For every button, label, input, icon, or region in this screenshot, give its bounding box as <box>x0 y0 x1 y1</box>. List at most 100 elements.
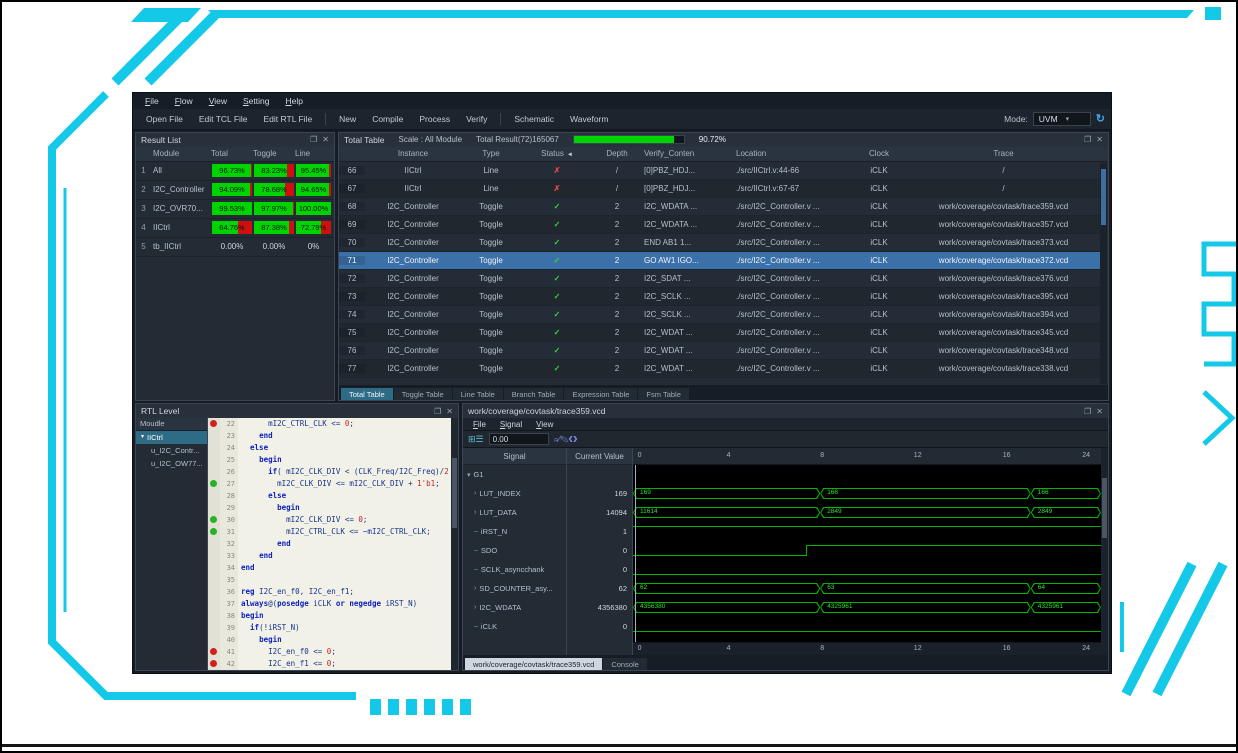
breakpoint-gutter[interactable] <box>208 430 220 442</box>
tile-icon[interactable]: ⊞ <box>468 434 476 444</box>
table-row[interactable]: 72I2C_ControllerToggle✓2I2C_SDAT ..../sr… <box>339 270 1100 288</box>
wave-menu-signal[interactable]: Signal <box>494 420 528 429</box>
tool-process[interactable]: Process <box>412 112 457 126</box>
breakpoint-gutter[interactable] <box>208 634 220 646</box>
breakpoint-gutter[interactable] <box>208 514 220 526</box>
tool-verify[interactable]: Verify <box>459 112 494 126</box>
result-row[interactable]: 4IICtrl64.76%87.38%72.79% <box>136 219 334 238</box>
chevron-right-icon[interactable]: › <box>474 585 476 592</box>
table-row[interactable]: 67IICtrlLine✗/[0]PBZ_HDJ..../src/IICtrl.… <box>339 180 1100 198</box>
list-icon[interactable]: ☰ <box>476 434 484 444</box>
table-row[interactable]: 75I2C_ControllerToggle✓2I2C_WDAT ..../sr… <box>339 324 1100 342</box>
tool-waveform[interactable]: Waveform <box>563 112 615 126</box>
tab-total-table[interactable]: Total Table <box>341 388 393 400</box>
breakpoint-gutter[interactable] <box>208 622 220 634</box>
tab-toggle-table[interactable]: Toggle Table <box>394 388 452 400</box>
time-input[interactable] <box>489 433 549 445</box>
signal-name[interactable]: ‒SDO <box>463 541 566 560</box>
signal-name[interactable]: ›I2C_WDATA <box>463 598 566 617</box>
scrollbar-thumb[interactable] <box>1102 478 1107 538</box>
table-row[interactable]: 76I2C_ControllerToggle✓2I2C_WDAT ..../sr… <box>339 342 1100 360</box>
tab-expression-table[interactable]: Expression Table <box>564 388 637 400</box>
breakpoint-gutter[interactable] <box>208 586 220 598</box>
close-icon[interactable]: ✕ <box>1096 135 1103 144</box>
tree-item-iictrl[interactable]: ▾IICtrl <box>136 431 207 444</box>
tool-edit-rtl-file[interactable]: Edit RTL File <box>257 112 320 126</box>
scrollbar-thumb[interactable] <box>452 458 457 528</box>
waveform-canvas[interactable]: 048121624 169166166116142849284962636443… <box>633 448 1101 655</box>
table-row[interactable]: 69I2C_ControllerToggle✓2I2C_WDATA ..../s… <box>339 216 1100 234</box>
tree-item-u-i2c-contr[interactable]: u_I2C_Contr... <box>136 444 207 457</box>
breakpoint-gutter[interactable] <box>208 466 220 478</box>
signal-name[interactable]: ‒iRST_N <box>463 522 566 541</box>
mode-select[interactable]: UVM ▾ <box>1033 112 1091 126</box>
chevron-down-icon[interactable]: ▾ <box>467 471 471 479</box>
float-icon[interactable]: ❐ <box>434 407 441 416</box>
breakpoint-gutter[interactable] <box>208 442 220 454</box>
tool-edit-tcl-file[interactable]: Edit TCL File <box>192 112 255 126</box>
close-icon[interactable]: ✕ <box>322 135 329 144</box>
tab-console[interactable]: Console <box>603 658 647 670</box>
tool-open-file[interactable]: Open File <box>139 112 190 126</box>
breakpoint-gutter[interactable] <box>208 658 220 670</box>
breakpoint-gutter[interactable] <box>208 574 220 586</box>
breakpoint-gutter[interactable] <box>208 502 220 514</box>
table-row[interactable]: 77I2C_ControllerToggle✓2I2C_WDAT ..../sr… <box>339 360 1100 378</box>
breakpoint-gutter[interactable] <box>208 478 220 490</box>
menu-view[interactable]: View <box>201 95 235 107</box>
table-row[interactable]: 73I2C_ControllerToggle✓2I2C_SCLK ..../sr… <box>339 288 1100 306</box>
tree-item-u-i2c-ow77[interactable]: u_I2C_OW77... <box>136 457 207 470</box>
breakpoint-gutter[interactable] <box>208 550 220 562</box>
table-scrollbar[interactable] <box>1100 163 1107 384</box>
chevron-down-icon[interactable]: ▾ <box>141 433 144 442</box>
signal-name[interactable]: ›SD_COUNTER_asy... <box>463 579 566 598</box>
breakpoint-gutter[interactable] <box>208 454 220 466</box>
breakpoint-gutter[interactable] <box>208 610 220 622</box>
result-row[interactable]: 5tb_IICtrl0.00%0.00%0% <box>136 238 334 257</box>
tab-line-table[interactable]: Line Table <box>453 388 503 400</box>
result-row[interactable]: 3I2C_OVR70...99.53%97.97%100.00% <box>136 200 334 219</box>
signal-name[interactable]: ›LUT_DATA <box>463 503 566 522</box>
scrollbar-thumb[interactable] <box>1101 169 1106 225</box>
signal-name[interactable]: ‒iCLK <box>463 617 566 636</box>
table-row[interactable]: 70I2C_ControllerToggle✓2END AB1 1..../sr… <box>339 234 1100 252</box>
breakpoint-gutter[interactable] <box>208 598 220 610</box>
breakpoint-gutter[interactable] <box>208 526 220 538</box>
chevron-right-icon[interactable]: › <box>474 490 476 497</box>
table-row[interactable]: 74I2C_ControllerToggle✓2I2C_SCLK ..../sr… <box>339 306 1100 324</box>
tool-new[interactable]: New <box>332 112 363 126</box>
signal-name[interactable]: ‒SCLK_asyncchank <box>463 560 566 579</box>
menu-flow[interactable]: Flow <box>167 95 201 107</box>
chevron-right-icon[interactable]: › <box>474 604 476 611</box>
float-icon[interactable]: ❐ <box>1084 407 1091 416</box>
menu-file[interactable]: File <box>137 95 167 107</box>
table-row[interactable]: 68I2C_ControllerToggle✓2I2C_WDATA ..../s… <box>339 198 1100 216</box>
result-row[interactable]: 2I2C_Controller94.09%78.68%94.65% <box>136 181 334 200</box>
tab-branch-table[interactable]: Branch Table <box>504 388 564 400</box>
chevron-right-icon[interactable]: › <box>474 509 476 516</box>
refresh-icon[interactable]: ↻ <box>1096 112 1105 125</box>
tool-schematic[interactable]: Schematic <box>507 112 561 126</box>
float-icon[interactable]: ❐ <box>310 135 317 144</box>
signal-name[interactable]: ›LUT_INDEX <box>463 484 566 503</box>
breakpoint-gutter[interactable] <box>208 490 220 502</box>
next-arrow-icon[interactable]: ❯ <box>573 434 578 444</box>
menu-setting[interactable]: Setting <box>235 95 277 107</box>
menu-help[interactable]: Help <box>277 95 310 107</box>
breakpoint-gutter[interactable] <box>208 646 220 658</box>
waveform-scrollbar[interactable] <box>1101 448 1108 655</box>
close-icon[interactable]: ✕ <box>1096 407 1103 416</box>
code-editor[interactable]: 22 mI2C_CTRL_CLK <= 0;23 end24 else25 be… <box>208 418 451 670</box>
float-icon[interactable]: ❐ <box>1084 135 1091 144</box>
breakpoint-gutter[interactable] <box>208 562 220 574</box>
signal-name[interactable]: ▾G1 <box>463 465 566 484</box>
wave-menu-view[interactable]: View <box>530 420 559 429</box>
tab-work-coverage-covtask-trace359-vcd[interactable]: work/coverage/covtask/trace359.vcd <box>465 658 602 670</box>
result-row[interactable]: 1All96.73%83.23%95.45% <box>136 162 334 181</box>
close-icon[interactable]: ✕ <box>446 407 453 416</box>
breakpoint-gutter[interactable] <box>208 538 220 550</box>
code-scrollbar[interactable] <box>451 418 458 670</box>
sort-icon[interactable]: ◄ <box>567 152 573 158</box>
table-row[interactable]: 66IICtrlLine✗/[0]PBZ_HDJ..../src/IICtrl.… <box>339 162 1100 180</box>
tab-fsm-table[interactable]: Fsm Table <box>638 388 688 400</box>
